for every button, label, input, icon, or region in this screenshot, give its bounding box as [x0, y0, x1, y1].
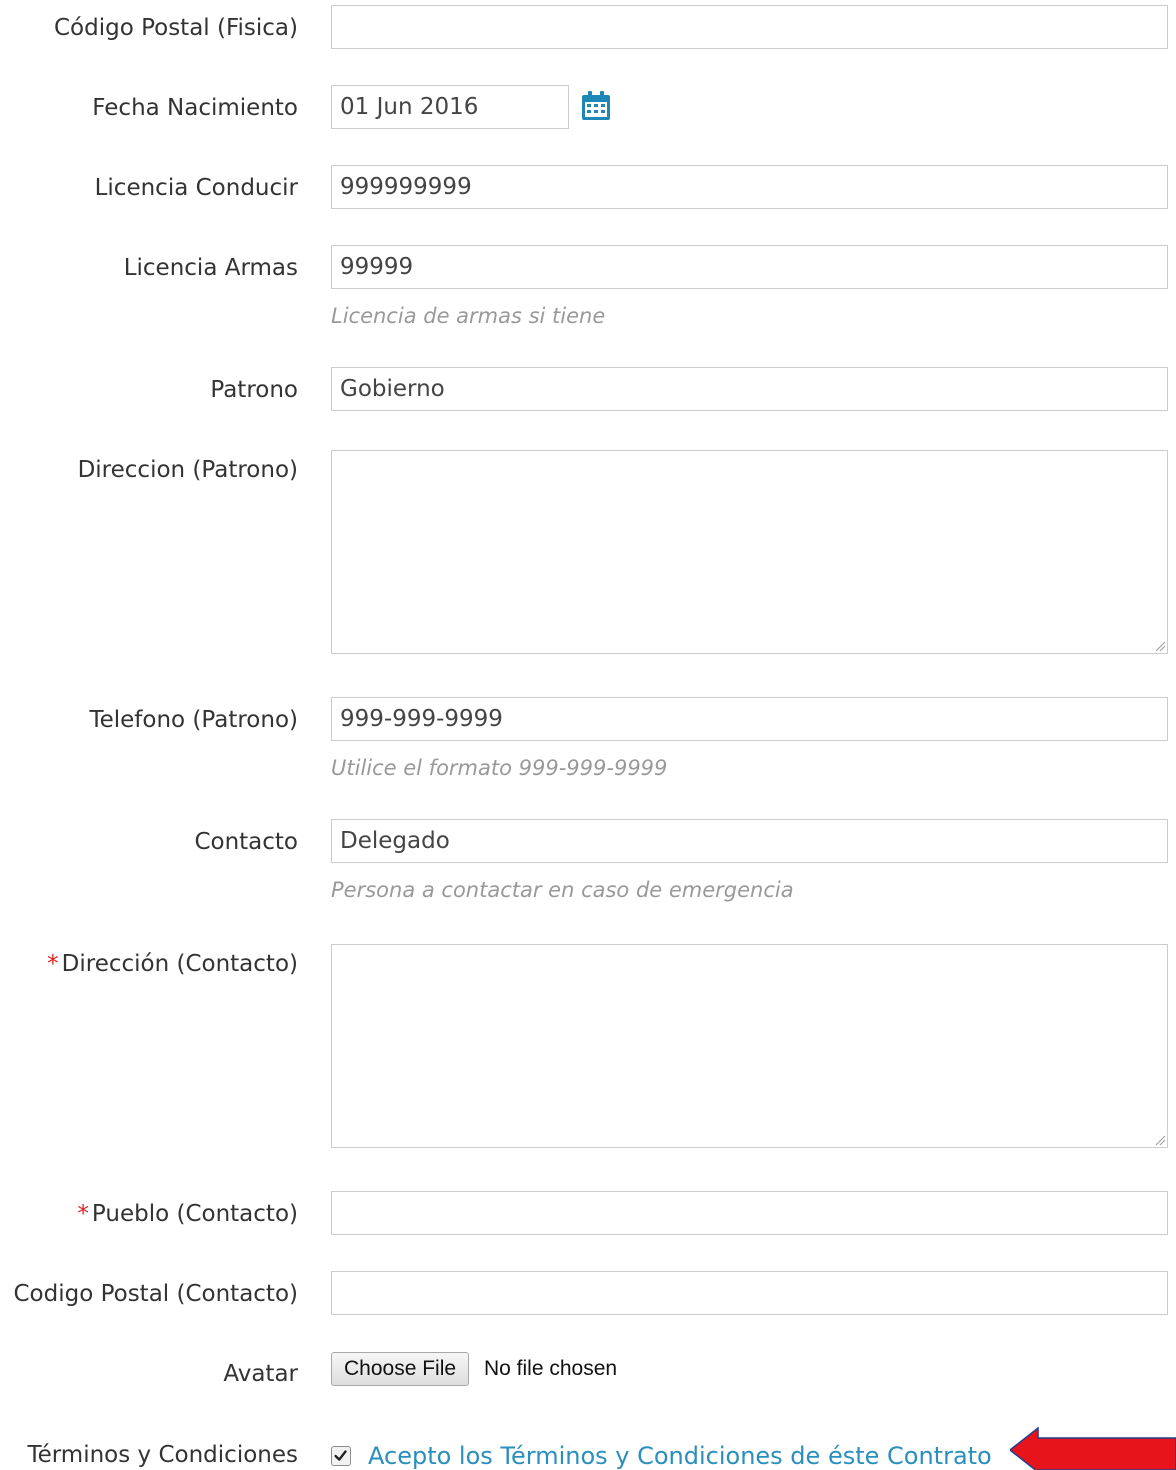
direccion-patrono-textarea[interactable] — [331, 450, 1168, 654]
licencia-armas-label: Licencia Armas — [123, 255, 298, 281]
pueblo-contacto-label: * Pueblo (Contacto) — [77, 1200, 298, 1228]
codigo-postal-fisica-input[interactable] — [331, 5, 1168, 49]
direccion-contacto-label: * Dirección (Contacto) — [47, 950, 298, 978]
contacto-input[interactable]: Delegado — [331, 819, 1168, 863]
terminos-label: Términos y Condiciones — [27, 1442, 298, 1468]
resize-grip-icon[interactable] — [1154, 640, 1166, 652]
licencia-conducir-input[interactable]: 999999999 — [331, 165, 1168, 209]
fecha-nacimiento-label: Fecha Nacimiento — [92, 95, 298, 121]
required-mark: * — [47, 951, 59, 977]
fecha-nacimiento-input[interactable]: 01 Jun 2016 — [331, 85, 569, 129]
licencia-armas-help: Licencia de armas si tiene — [331, 304, 606, 328]
licencia-armas-input[interactable]: 99999 — [331, 245, 1168, 289]
telefono-patrono-help: Utilice el formato 999-999-9999 — [331, 756, 668, 780]
direccion-patrono-label: Direccion (Patrono) — [77, 457, 298, 483]
telefono-patrono-input[interactable]: 999-999-9999 — [331, 697, 1168, 741]
pueblo-contacto-input[interactable] — [331, 1191, 1168, 1235]
pueblo-contacto-label-text: Pueblo (Contacto) — [91, 1201, 298, 1227]
telefono-patrono-label: Telefono (Patrono) — [89, 707, 298, 733]
calendar-icon[interactable] — [579, 89, 613, 123]
contacto-label: Contacto — [194, 829, 298, 855]
checkmark-icon — [334, 1450, 347, 1461]
contacto-help: Persona a contactar en caso de emergenci… — [331, 878, 794, 902]
file-status-text: No file chosen — [484, 1357, 618, 1380]
resize-grip-icon[interactable] — [1154, 1134, 1166, 1146]
terms-checkbox[interactable] — [331, 1446, 351, 1466]
patrono-input[interactable]: Gobierno — [331, 367, 1168, 411]
codigo-postal-contacto-input[interactable] — [331, 1271, 1168, 1315]
terms-link[interactable]: Acepto los Términos y Condiciones de ést… — [368, 1441, 992, 1470]
red-arrow-icon — [1010, 1426, 1176, 1470]
licencia-conducir-label: Licencia Conducir — [94, 175, 298, 201]
codigo-postal-contacto-label: Codigo Postal (Contacto) — [13, 1281, 298, 1307]
avatar-label: Avatar — [223, 1361, 298, 1387]
required-mark: * — [77, 1201, 89, 1227]
patrono-label: Patrono — [210, 377, 298, 403]
codigo-postal-fisica-label: Código Postal (Fisica) — [53, 15, 298, 41]
direccion-contacto-label-text: Dirección (Contacto) — [61, 951, 298, 977]
choose-file-button[interactable]: Choose File — [331, 1352, 470, 1386]
direccion-contacto-textarea[interactable] — [331, 944, 1168, 1148]
